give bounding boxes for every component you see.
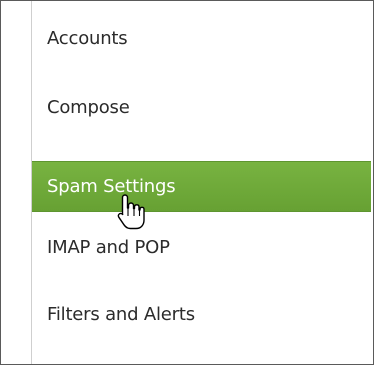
menu-item-imap-and-pop[interactable]: IMAP and POP — [32, 222, 371, 273]
menu-item-label: Compose — [47, 97, 130, 118]
menu-item-label: Filters and Alerts — [47, 304, 195, 325]
settings-panel: Accounts Compose Spam Settings IMAP and … — [0, 0, 374, 365]
menu-item-accounts[interactable]: Accounts — [32, 13, 371, 64]
menu-item-filters-and-alerts[interactable]: Filters and Alerts — [32, 289, 371, 340]
menu-item-label: Accounts — [47, 28, 128, 49]
menu-item-compose[interactable]: Compose — [32, 82, 371, 133]
menu-item-label: Spam Settings — [47, 176, 176, 197]
menu-item-label: IMAP and POP — [47, 237, 170, 258]
settings-menu: Accounts Compose Spam Settings IMAP and … — [31, 1, 371, 364]
menu-item-spam-settings[interactable]: Spam Settings — [32, 161, 371, 212]
